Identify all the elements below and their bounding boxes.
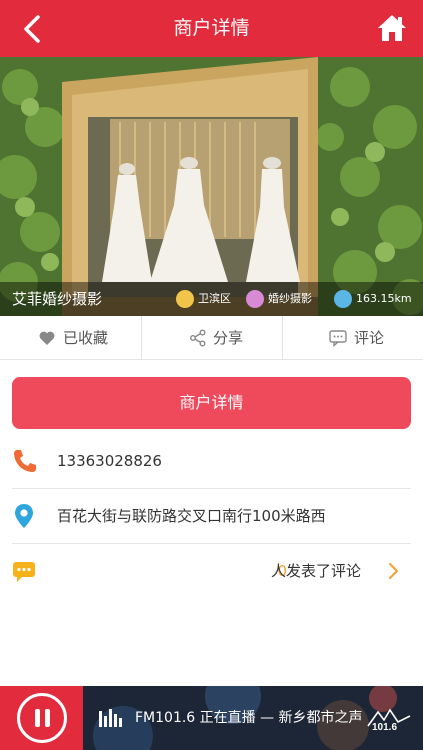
phone-icon [14, 450, 36, 472]
radio-player: FM101.6 正在直播 — 新乡都市之声 101.6 [0, 686, 423, 750]
home-icon[interactable] [375, 11, 409, 45]
district-icon [176, 290, 194, 308]
comment-label: 评论 [354, 329, 385, 347]
location-pin-icon [15, 504, 33, 528]
distance-tag: 163.15km [334, 288, 422, 310]
audio-bars-icon [99, 709, 122, 727]
now-playing-text: FM101.6 正在直播 — 新乡都市之声 [135, 710, 363, 726]
page-title: 商户详情 [173, 17, 250, 39]
svg-text:101.6: 101.6 [372, 722, 397, 732]
chevron-right-icon [388, 562, 399, 580]
comment-summary: 人发表了评论 [270, 562, 361, 580]
heart-icon [39, 331, 55, 345]
top-bar: 商户详情 [0, 0, 423, 57]
merchant-info-bar: 艾菲婚纱摄影 卫滨区 婚纱摄影 163.15km [0, 282, 423, 316]
share-button[interactable]: 分享 [141, 316, 282, 360]
station-logo: 101.6 [367, 708, 411, 732]
address-row[interactable]: 百花大街与联防路交叉口南行100米路西 [12, 488, 411, 544]
category-icon [246, 290, 264, 308]
merchant-photo: 艾菲婚纱摄影 卫滨区 婚纱摄影 163.15km [0, 57, 423, 316]
category-tag: 婚纱摄影 [246, 288, 326, 310]
comment-bubble-icon [329, 330, 347, 347]
pause-button[interactable] [17, 693, 67, 743]
merchant-detail-button[interactable]: 商户详情 [12, 377, 411, 429]
favorite-button[interactable]: 已收藏 [0, 316, 141, 360]
comment-row[interactable]: 0 人发表了评论 [12, 543, 411, 599]
merchant-name: 艾菲婚纱摄影 [12, 290, 103, 308]
favorite-label: 已收藏 [63, 329, 109, 347]
phone-row[interactable]: 13363028826 [12, 433, 411, 489]
address-text: 百花大街与联防路交叉口南行100米路西 [57, 507, 326, 525]
action-bar: 已收藏 分享 评论 [0, 316, 423, 360]
share-label: 分享 [213, 329, 244, 347]
share-icon [190, 329, 206, 347]
comment-button[interactable]: 评论 [282, 316, 423, 360]
phone-number: 13363028826 [57, 452, 162, 470]
location-pin-icon [334, 290, 352, 308]
message-icon [13, 562, 35, 582]
district-tag: 卫滨区 [176, 288, 242, 310]
